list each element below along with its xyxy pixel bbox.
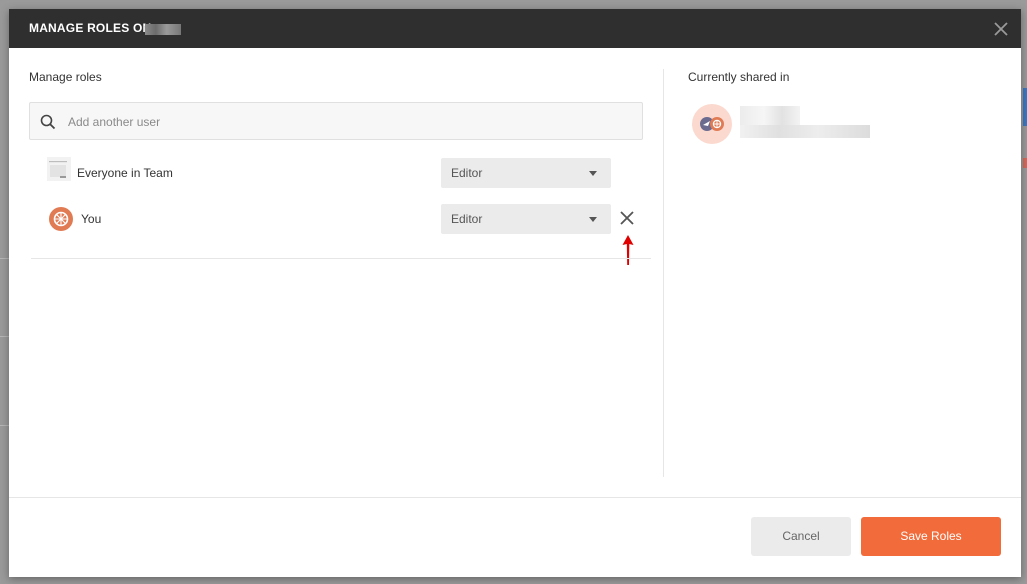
add-user-search[interactable] bbox=[29, 102, 643, 140]
currently-shared-heading: Currently shared in bbox=[688, 70, 790, 84]
workspace-icon bbox=[700, 117, 724, 131]
annotation-arrow-icon bbox=[622, 235, 634, 265]
backdrop-accent bbox=[1023, 88, 1027, 126]
close-icon[interactable] bbox=[991, 19, 1011, 39]
workspace-avatar bbox=[692, 104, 732, 144]
manage-roles-dialog: MANAGE ROLES ON Manage roles Everyone in… bbox=[9, 9, 1021, 577]
save-roles-button[interactable]: Save Roles bbox=[861, 517, 1001, 556]
role-select-value: Editor bbox=[451, 166, 483, 180]
search-icon bbox=[40, 114, 56, 130]
member-label-team: Everyone in Team bbox=[77, 166, 173, 180]
column-divider bbox=[663, 69, 664, 477]
chevron-down-icon bbox=[589, 171, 597, 176]
redacted-workspace-detail bbox=[740, 125, 870, 138]
footer-divider bbox=[9, 497, 1021, 498]
search-input[interactable] bbox=[66, 111, 630, 133]
dialog-title: MANAGE ROLES ON bbox=[29, 21, 152, 35]
list-divider bbox=[31, 258, 651, 259]
user-avatar-icon bbox=[49, 207, 73, 231]
dialog-header: MANAGE ROLES ON bbox=[9, 9, 1021, 48]
role-select-team[interactable]: Editor bbox=[441, 158, 611, 188]
manage-roles-heading: Manage roles bbox=[29, 70, 102, 84]
role-select-value: Editor bbox=[451, 212, 483, 226]
remove-member-close-icon[interactable] bbox=[618, 209, 636, 227]
redacted-collection-name bbox=[145, 24, 181, 35]
cancel-button[interactable]: Cancel bbox=[751, 517, 851, 556]
backdrop-accent bbox=[1023, 158, 1027, 168]
chevron-down-icon bbox=[589, 217, 597, 222]
role-select-you[interactable]: Editor bbox=[441, 204, 611, 234]
team-logo-icon bbox=[47, 157, 71, 181]
member-label-you: You bbox=[81, 212, 102, 226]
